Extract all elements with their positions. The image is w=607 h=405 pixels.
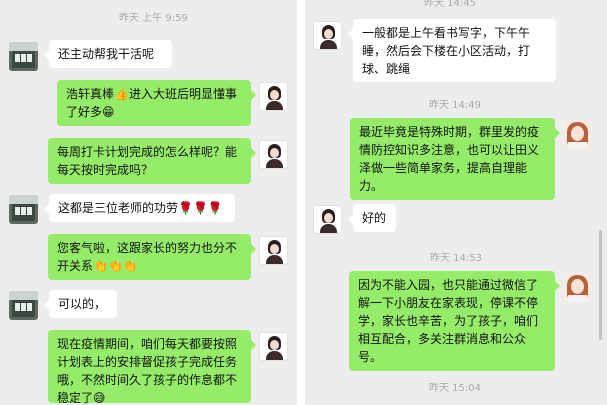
chat-panel-right[interactable]: 昨天 14:45 一般都是上午看书写字，下午午睡，然后会下楼在小区活动，打球、跳…	[305, 0, 607, 405]
sent-message-bubble[interactable]: 现在疫情期间，咱们每天都要按照计划表上的安排督促孩子完成任务哦，不然时间久了孩子…	[48, 330, 256, 405]
received-message-bubble[interactable]: 好的	[348, 204, 396, 232]
message-timestamp: 昨天 14:49	[429, 100, 481, 111]
sent-message-bubble[interactable]: 最近毕竟是特殊时期，群里发的疫情防控知识多注意，也可以让田义泽做一些简单家务，提…	[350, 118, 560, 200]
message-timestamp: 昨天 14:45	[424, 0, 476, 9]
received-message-bubble[interactable]: 一般都是上午看书写字，下午午睡，然后会下楼在小区活动，打球、跳绳	[348, 19, 556, 82]
message-timestamp: 昨天 15:04	[429, 383, 481, 394]
building-avatar[interactable]	[9, 195, 38, 224]
message-timestamp: 昨天 14:53	[430, 253, 482, 264]
message-timestamp: 昨天 上午 9:59	[119, 13, 188, 24]
received-message-bubble[interactable]: 可以的，	[44, 290, 117, 318]
building-avatar[interactable]	[9, 42, 38, 71]
girl-avatar[interactable]	[259, 82, 288, 111]
girl-avatar[interactable]	[313, 21, 342, 50]
teacher-avatar[interactable]	[563, 273, 592, 302]
received-message-bubble[interactable]: 这都是三位老师的功劳🌹🌹🌹	[44, 194, 235, 222]
girl-avatar[interactable]	[259, 332, 288, 361]
teacher-avatar[interactable]	[563, 120, 592, 149]
sent-message-bubble[interactable]: 因为不能入园，也只能通过微信了解一下小朋友在家表现，停课不停学，家长也辛苦，为了…	[349, 271, 560, 371]
scrollbar[interactable]	[599, 230, 602, 340]
sent-message-bubble[interactable]: 每周打卡计划完成的怎么样呢？能每天按时完成吗？	[48, 138, 256, 184]
sent-message-bubble[interactable]: 浩轩真棒👍进入大班后明显懂事了好多😁	[57, 80, 256, 126]
sent-message-bubble[interactable]: 您客气啦，这跟家长的努力也分不开关系👏👏👏	[48, 234, 256, 280]
received-message-bubble[interactable]: 还主动帮我干活呢	[44, 40, 172, 68]
girl-avatar[interactable]	[259, 236, 288, 265]
girl-avatar[interactable]	[259, 140, 288, 169]
chat-panel-left[interactable]: 昨天 上午 9:59 还主动帮我干活呢 浩轩真棒👍进入大班后明显懂事了好多😁 每…	[0, 0, 297, 405]
girl-avatar[interactable]	[313, 205, 342, 234]
building-avatar[interactable]	[9, 291, 38, 320]
